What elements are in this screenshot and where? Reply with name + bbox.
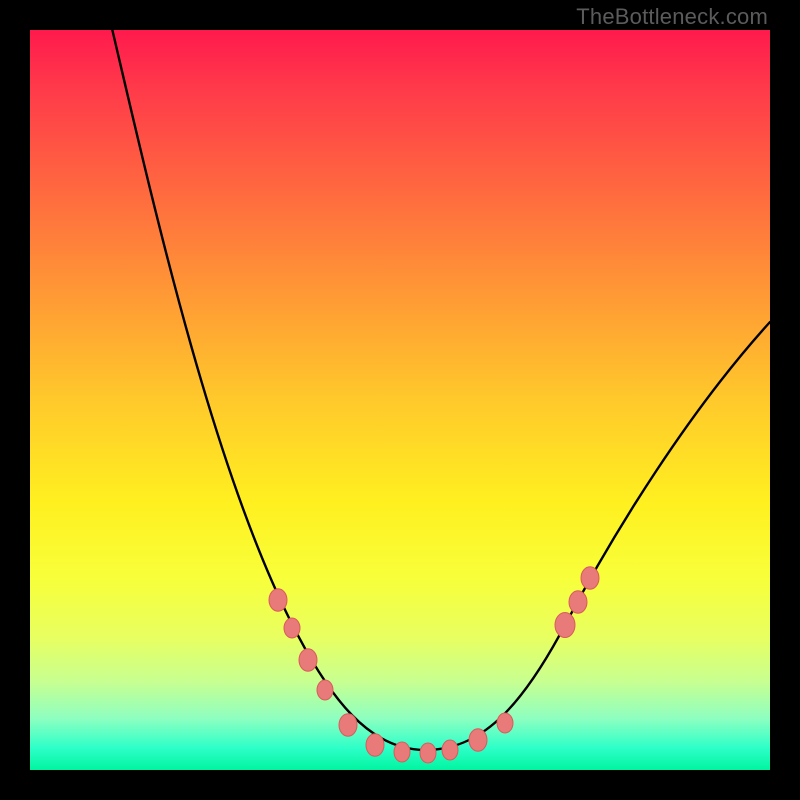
chart-svg [30, 30, 770, 770]
data-point [366, 734, 384, 757]
data-point [317, 680, 333, 700]
data-point [394, 742, 410, 762]
data-point [269, 589, 287, 612]
data-point [420, 743, 436, 763]
data-point [469, 729, 487, 752]
data-point [442, 740, 458, 760]
data-point [581, 567, 599, 590]
data-point [299, 649, 317, 672]
data-point [284, 618, 300, 638]
data-points-group [269, 567, 599, 763]
bottleneck-curve [110, 20, 770, 750]
attribution-watermark: TheBottleneck.com [576, 4, 768, 30]
data-point [569, 591, 587, 614]
data-point [555, 613, 575, 638]
data-point [497, 713, 513, 733]
chart-plot-area [30, 30, 770, 770]
data-point [339, 714, 357, 737]
